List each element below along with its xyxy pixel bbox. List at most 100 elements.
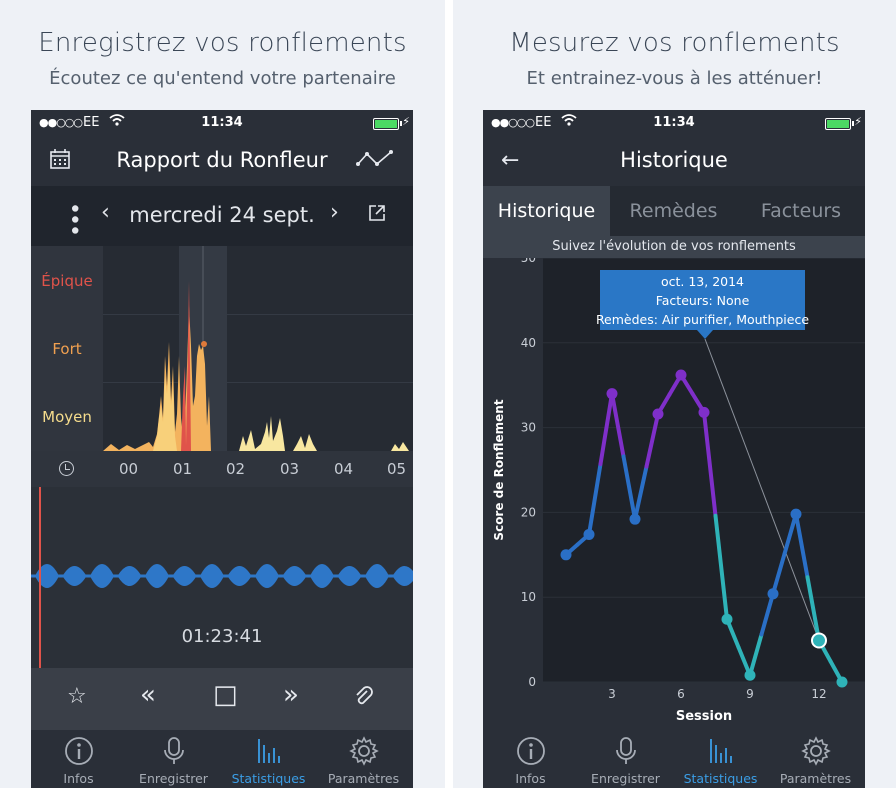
- data-point[interactable]: [836, 676, 848, 688]
- x-tick-label: 6: [677, 687, 685, 701]
- data-point[interactable]: [560, 549, 572, 561]
- tab-bar: Infos Enregistrer Statistiques Paramètre…: [31, 730, 413, 788]
- waveform-pulse: [255, 564, 279, 588]
- chart-svg: 0 10 20 30 40 50 3 6 9 12 oct. 13, 2014 Facteurs…: [483, 251, 865, 730]
- share-icon[interactable]: [367, 203, 387, 227]
- info-icon: [31, 736, 126, 766]
- tab-label: Enregistrer: [139, 771, 208, 786]
- tooltip-remedies: Remèdes: Air purifier, Mouthpiece: [596, 312, 809, 327]
- status-time: 11:34: [653, 115, 695, 130]
- page-title: Historique: [620, 148, 728, 172]
- tab-settings[interactable]: Paramètres: [768, 730, 863, 788]
- hour-tick: 02: [226, 460, 246, 478]
- tab-infos[interactable]: Infos: [31, 730, 126, 788]
- y-tick-label: 10: [521, 590, 536, 604]
- y-axis-label: Score de Ronflement: [492, 399, 506, 540]
- waveform-pulse: [90, 564, 114, 588]
- segment-factors[interactable]: Facteurs: [737, 186, 865, 236]
- bar-chart-icon: [221, 736, 316, 766]
- y-tick-label: 30: [521, 421, 536, 435]
- bar-chart-icon: [673, 736, 768, 766]
- date-navigator: ••• ‹ mercredi 24 sept. ›: [31, 186, 413, 246]
- x-tick-label: 12: [811, 687, 826, 701]
- playback-controls: ☆ « □ »: [31, 668, 413, 730]
- microphone-icon: [578, 736, 673, 766]
- waveform-pulse: [145, 564, 169, 588]
- data-point[interactable]: [698, 406, 710, 418]
- y-tick-label: 20: [521, 505, 536, 519]
- data-point[interactable]: [629, 513, 641, 525]
- y-tick-label: 0: [528, 675, 536, 689]
- hour-tick: 01: [173, 460, 193, 478]
- segment-history[interactable]: Historique: [483, 186, 610, 236]
- tab-statistics[interactable]: Statistiques: [221, 730, 316, 788]
- tab-statistics[interactable]: Statistiques: [673, 730, 768, 788]
- waveform-pulse: [200, 564, 224, 588]
- tab-infos[interactable]: Infos: [483, 730, 578, 788]
- hour-tick: 05: [387, 460, 407, 478]
- data-point[interactable]: [652, 408, 664, 420]
- segment-remedies[interactable]: Remèdes: [610, 186, 737, 236]
- data-point[interactable]: [811, 632, 827, 649]
- y-tick-label: 40: [521, 336, 536, 350]
- data-point[interactable]: [606, 388, 618, 400]
- data-point[interactable]: [790, 508, 802, 520]
- fast-forward-button[interactable]: »: [283, 680, 299, 710]
- favorite-star-button[interactable]: ☆: [67, 684, 87, 709]
- tab-bar: Infos Enregistrer Statistiques Paramètre…: [483, 730, 865, 788]
- tab-record[interactable]: Enregistrer: [126, 730, 221, 788]
- battery-icon: [373, 118, 399, 130]
- charging-icon: ⚡: [854, 115, 862, 128]
- hour-tick: 04: [334, 460, 354, 478]
- x-tick-label: 9: [746, 687, 754, 701]
- waveform-pulse: [310, 564, 334, 588]
- gear-icon: [768, 736, 863, 766]
- y-tick-label: 50: [521, 258, 536, 265]
- info-icon: [483, 736, 578, 766]
- audio-waveform-player[interactable]: 01:23:41: [31, 487, 413, 668]
- charging-icon: ⚡: [402, 115, 410, 128]
- tab-label: Paramètres: [327, 771, 400, 786]
- tab-label: Infos: [515, 771, 546, 786]
- waveform-pulse: [392, 566, 413, 586]
- tab-settings[interactable]: Paramètres: [316, 730, 411, 788]
- status-bar: ●●○○○ EE 11:34 ⚡: [483, 110, 865, 138]
- tab-label: Paramètres: [779, 771, 852, 786]
- waveform-pulse: [172, 566, 197, 586]
- waveform-pulse: [282, 566, 307, 586]
- data-point[interactable]: [767, 588, 779, 600]
- snore-score-chart[interactable]: 0 10 20 30 40 50 3 6 9 12 oct. 13, 2014 Facteurs…: [483, 251, 865, 730]
- x-axis-label: Session: [676, 709, 732, 724]
- chart-caption: Suivez l'évolution de vos ronflements: [483, 236, 865, 258]
- panel-gutter: [445, 0, 453, 788]
- nav-bar: Rapport du Ronfleur: [31, 138, 413, 186]
- right-subline: Et entrainez-vous à les atténuer!: [526, 68, 823, 89]
- snore-intensity-plot: [103, 246, 409, 451]
- attach-clip-icon[interactable]: [353, 686, 375, 714]
- data-point[interactable]: [583, 528, 595, 540]
- trend-chart-icon[interactable]: [355, 148, 395, 174]
- data-point[interactable]: [721, 613, 733, 625]
- phone-screen-history: ●●○○○ EE 11:34 ⚡ ← Historique Historique…: [483, 110, 865, 788]
- waveform-pulse: [62, 566, 87, 586]
- data-point[interactable]: [675, 369, 687, 381]
- phone-screen-recording: ●●○○○ EE 11:34 ⚡ Rapport du Ronfleur •••…: [31, 110, 413, 788]
- snore-timeline[interactable]: Épique Fort Moyen: [31, 246, 413, 451]
- rewind-button[interactable]: «: [140, 680, 156, 710]
- hour-axis: 00 01 02 03 04 05: [31, 451, 413, 487]
- left-headline: Enregistrez vos ronflements: [38, 28, 407, 58]
- hour-tick: 00: [119, 460, 139, 478]
- x-tick-label: 3: [608, 687, 616, 701]
- stop-button[interactable]: □: [213, 680, 238, 710]
- gear-icon: [316, 736, 411, 766]
- waveform-pulse: [117, 566, 142, 586]
- microphone-icon: [126, 736, 221, 766]
- next-day-button[interactable]: ›: [330, 200, 339, 225]
- chart-tooltip: oct. 13, 2014 Facteurs: None Remèdes: Ai…: [596, 270, 809, 339]
- hour-tick: 03: [280, 460, 300, 478]
- tab-record[interactable]: Enregistrer: [578, 730, 673, 788]
- waveform-pulse: [227, 566, 252, 586]
- tab-label: Infos: [63, 771, 94, 786]
- left-panel: Enregistrez vos ronflements Écoutez ce q…: [0, 0, 445, 788]
- data-point[interactable]: [744, 669, 756, 681]
